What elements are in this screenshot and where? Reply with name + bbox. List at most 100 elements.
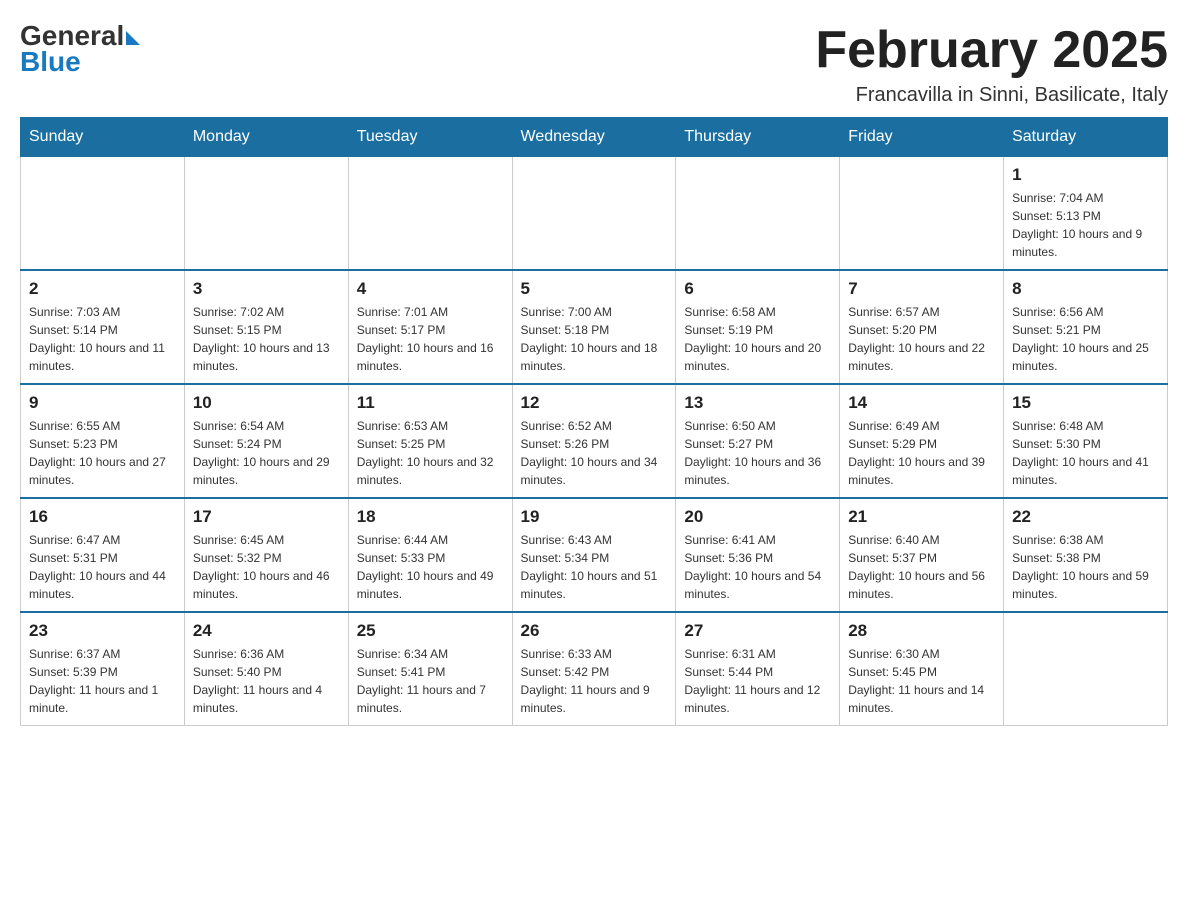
day-number: 1 bbox=[1012, 165, 1159, 185]
day-info: Sunrise: 6:36 AM Sunset: 5:40 PM Dayligh… bbox=[193, 645, 340, 717]
day-info: Sunrise: 6:53 AM Sunset: 5:25 PM Dayligh… bbox=[357, 417, 504, 489]
week-row-3: 9 Sunrise: 6:55 AM Sunset: 5:23 PM Daylig… bbox=[21, 384, 1168, 498]
day-number: 24 bbox=[193, 621, 340, 641]
day-number: 12 bbox=[521, 393, 668, 413]
calendar-cell: 22 Sunrise: 6:38 AM Sunset: 5:38 PM Dayli… bbox=[1004, 498, 1168, 612]
calendar-cell: 15 Sunrise: 6:48 AM Sunset: 5:30 PM Dayli… bbox=[1004, 384, 1168, 498]
calendar-cell bbox=[840, 157, 1004, 271]
calendar-cell: 19 Sunrise: 6:43 AM Sunset: 5:34 PM Dayli… bbox=[512, 498, 676, 612]
weekday-header-monday: Monday bbox=[184, 118, 348, 157]
week-row-5: 23 Sunrise: 6:37 AM Sunset: 5:39 PM Dayli… bbox=[21, 612, 1168, 726]
calendar-cell bbox=[676, 157, 840, 271]
weekday-header-friday: Friday bbox=[840, 118, 1004, 157]
calendar-cell: 11 Sunrise: 6:53 AM Sunset: 5:25 PM Dayli… bbox=[348, 384, 512, 498]
day-info: Sunrise: 6:55 AM Sunset: 5:23 PM Dayligh… bbox=[29, 417, 176, 489]
calendar-cell bbox=[348, 157, 512, 271]
day-number: 3 bbox=[193, 279, 340, 299]
day-info: Sunrise: 6:40 AM Sunset: 5:37 PM Dayligh… bbox=[848, 531, 995, 603]
day-info: Sunrise: 6:50 AM Sunset: 5:27 PM Dayligh… bbox=[684, 417, 831, 489]
calendar-cell: 9 Sunrise: 6:55 AM Sunset: 5:23 PM Daylig… bbox=[21, 384, 185, 498]
day-number: 20 bbox=[684, 507, 831, 527]
calendar-table: SundayMondayTuesdayWednesdayThursdayFrid… bbox=[20, 117, 1168, 726]
calendar-cell: 25 Sunrise: 6:34 AM Sunset: 5:41 PM Dayli… bbox=[348, 612, 512, 726]
day-info: Sunrise: 6:31 AM Sunset: 5:44 PM Dayligh… bbox=[684, 645, 831, 717]
day-info: Sunrise: 6:58 AM Sunset: 5:19 PM Dayligh… bbox=[684, 303, 831, 375]
logo: General Blue bbox=[20, 20, 140, 78]
day-number: 7 bbox=[848, 279, 995, 299]
day-info: Sunrise: 7:00 AM Sunset: 5:18 PM Dayligh… bbox=[521, 303, 668, 375]
day-info: Sunrise: 6:38 AM Sunset: 5:38 PM Dayligh… bbox=[1012, 531, 1159, 603]
calendar-cell: 7 Sunrise: 6:57 AM Sunset: 5:20 PM Daylig… bbox=[840, 270, 1004, 384]
day-number: 8 bbox=[1012, 279, 1159, 299]
page-header: General Blue February 2025 Francavilla i… bbox=[20, 20, 1168, 107]
day-info: Sunrise: 7:03 AM Sunset: 5:14 PM Dayligh… bbox=[29, 303, 176, 375]
day-number: 10 bbox=[193, 393, 340, 413]
day-info: Sunrise: 6:30 AM Sunset: 5:45 PM Dayligh… bbox=[848, 645, 995, 717]
day-number: 28 bbox=[848, 621, 995, 641]
weekday-header-saturday: Saturday bbox=[1004, 118, 1168, 157]
day-info: Sunrise: 6:37 AM Sunset: 5:39 PM Dayligh… bbox=[29, 645, 176, 717]
week-row-4: 16 Sunrise: 6:47 AM Sunset: 5:31 PM Dayli… bbox=[21, 498, 1168, 612]
day-number: 18 bbox=[357, 507, 504, 527]
calendar-cell: 27 Sunrise: 6:31 AM Sunset: 5:44 PM Dayli… bbox=[676, 612, 840, 726]
calendar-cell: 4 Sunrise: 7:01 AM Sunset: 5:17 PM Daylig… bbox=[348, 270, 512, 384]
calendar-cell: 21 Sunrise: 6:40 AM Sunset: 5:37 PM Dayli… bbox=[840, 498, 1004, 612]
weekday-header-thursday: Thursday bbox=[676, 118, 840, 157]
calendar-cell: 18 Sunrise: 6:44 AM Sunset: 5:33 PM Dayli… bbox=[348, 498, 512, 612]
calendar-cell: 16 Sunrise: 6:47 AM Sunset: 5:31 PM Dayli… bbox=[21, 498, 185, 612]
day-number: 22 bbox=[1012, 507, 1159, 527]
day-info: Sunrise: 6:33 AM Sunset: 5:42 PM Dayligh… bbox=[521, 645, 668, 717]
day-number: 27 bbox=[684, 621, 831, 641]
day-number: 6 bbox=[684, 279, 831, 299]
day-number: 9 bbox=[29, 393, 176, 413]
day-info: Sunrise: 6:57 AM Sunset: 5:20 PM Dayligh… bbox=[848, 303, 995, 375]
calendar-cell: 23 Sunrise: 6:37 AM Sunset: 5:39 PM Dayli… bbox=[21, 612, 185, 726]
location-subtitle: Francavilla in Sinni, Basilicate, Italy bbox=[815, 84, 1168, 107]
day-info: Sunrise: 6:45 AM Sunset: 5:32 PM Dayligh… bbox=[193, 531, 340, 603]
logo-arrow-icon bbox=[126, 31, 140, 45]
calendar-cell bbox=[21, 157, 185, 271]
week-row-2: 2 Sunrise: 7:03 AM Sunset: 5:14 PM Daylig… bbox=[21, 270, 1168, 384]
calendar-cell: 3Sunrise: 7:02 AM Sunset: 5:15 PM Daylig… bbox=[184, 270, 348, 384]
day-info: Sunrise: 6:43 AM Sunset: 5:34 PM Dayligh… bbox=[521, 531, 668, 603]
day-info: Sunrise: 6:34 AM Sunset: 5:41 PM Dayligh… bbox=[357, 645, 504, 717]
weekday-header-wednesday: Wednesday bbox=[512, 118, 676, 157]
calendar-cell: 5 Sunrise: 7:00 AM Sunset: 5:18 PM Daylig… bbox=[512, 270, 676, 384]
day-info: Sunrise: 6:49 AM Sunset: 5:29 PM Dayligh… bbox=[848, 417, 995, 489]
calendar-cell bbox=[1004, 612, 1168, 726]
day-info: Sunrise: 6:52 AM Sunset: 5:26 PM Dayligh… bbox=[521, 417, 668, 489]
logo-blue-text: Blue bbox=[20, 46, 81, 78]
calendar-cell: 2 Sunrise: 7:03 AM Sunset: 5:14 PM Daylig… bbox=[21, 270, 185, 384]
month-title: February 2025 bbox=[815, 20, 1168, 80]
week-row-1: 1 Sunrise: 7:04 AM Sunset: 5:13 PM Daylig… bbox=[21, 157, 1168, 271]
calendar-cell bbox=[512, 157, 676, 271]
calendar-cell: 8 Sunrise: 6:56 AM Sunset: 5:21 PM Daylig… bbox=[1004, 270, 1168, 384]
day-number: 23 bbox=[29, 621, 176, 641]
day-number: 5 bbox=[521, 279, 668, 299]
day-info: Sunrise: 6:41 AM Sunset: 5:36 PM Dayligh… bbox=[684, 531, 831, 603]
day-number: 25 bbox=[357, 621, 504, 641]
weekday-header-tuesday: Tuesday bbox=[348, 118, 512, 157]
day-number: 15 bbox=[1012, 393, 1159, 413]
day-number: 26 bbox=[521, 621, 668, 641]
day-info: Sunrise: 6:44 AM Sunset: 5:33 PM Dayligh… bbox=[357, 531, 504, 603]
weekday-header-sunday: Sunday bbox=[21, 118, 185, 157]
day-number: 13 bbox=[684, 393, 831, 413]
day-number: 16 bbox=[29, 507, 176, 527]
day-info: Sunrise: 7:01 AM Sunset: 5:17 PM Dayligh… bbox=[357, 303, 504, 375]
day-number: 4 bbox=[357, 279, 504, 299]
day-number: 2 bbox=[29, 279, 176, 299]
day-info: Sunrise: 7:04 AM Sunset: 5:13 PM Dayligh… bbox=[1012, 189, 1159, 261]
calendar-cell: 26 Sunrise: 6:33 AM Sunset: 5:42 PM Dayli… bbox=[512, 612, 676, 726]
calendar-cell: 17 Sunrise: 6:45 AM Sunset: 5:32 PM Dayli… bbox=[184, 498, 348, 612]
day-number: 17 bbox=[193, 507, 340, 527]
day-number: 11 bbox=[357, 393, 504, 413]
day-info: Sunrise: 6:48 AM Sunset: 5:30 PM Dayligh… bbox=[1012, 417, 1159, 489]
day-info: Sunrise: 6:54 AM Sunset: 5:24 PM Dayligh… bbox=[193, 417, 340, 489]
day-number: 19 bbox=[521, 507, 668, 527]
day-info: Sunrise: 6:47 AM Sunset: 5:31 PM Dayligh… bbox=[29, 531, 176, 603]
day-number: 21 bbox=[848, 507, 995, 527]
calendar-cell: 24 Sunrise: 6:36 AM Sunset: 5:40 PM Dayli… bbox=[184, 612, 348, 726]
day-info: Sunrise: 6:56 AM Sunset: 5:21 PM Dayligh… bbox=[1012, 303, 1159, 375]
calendar-cell: 10 Sunrise: 6:54 AM Sunset: 5:24 PM Dayli… bbox=[184, 384, 348, 498]
